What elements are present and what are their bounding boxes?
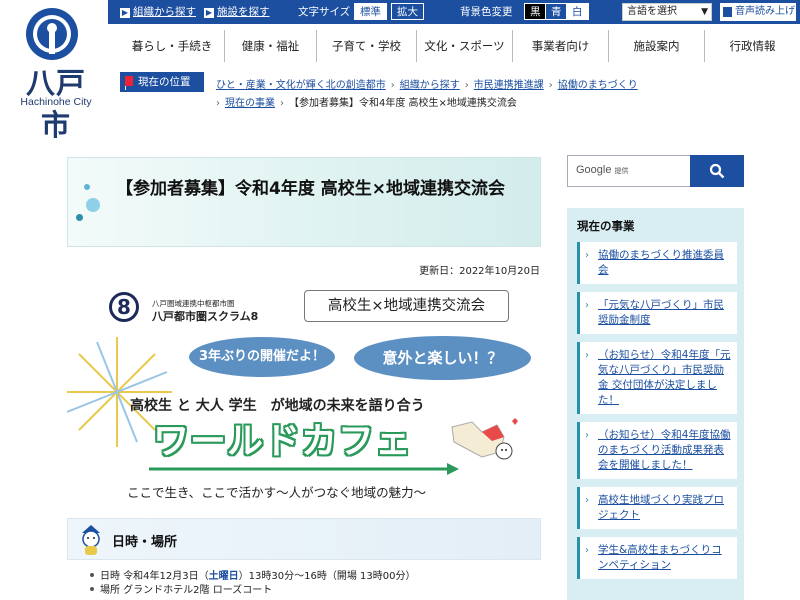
flag-icon xyxy=(125,76,133,86)
sidebar-item-grant-system[interactable]: › 「元気な八戸づくり」市民奨励金制度 xyxy=(577,292,737,334)
breadcrumb-current: 【参加者募集】令和4年度 高校生×地域連携交流会 xyxy=(289,98,517,109)
event-banner-image: 8 八戸圏域連携中枢都市圏 八戸都市圏スクラム8 高校生×地域連携交流会 3年ぶ… xyxy=(67,282,541,512)
chevron-right-icon: › xyxy=(585,495,589,506)
list-item-place: 場所 グランドホテル2階 ローズコート xyxy=(90,584,540,598)
chevron-right-icon: › xyxy=(585,430,589,441)
bg-color-label: 背景色変更 xyxy=(460,6,513,18)
nav-item-culture[interactable]: 文化・スポーツ xyxy=(416,30,512,62)
scrum8-logo-icon: 8 xyxy=(109,292,139,322)
breadcrumb-link-org[interactable]: 組織から探す xyxy=(400,80,460,91)
mascot-icon xyxy=(82,525,100,555)
nav-item-living[interactable]: 暮らし・手続き xyxy=(120,30,224,62)
map-illustration-icon xyxy=(451,418,518,460)
arrow-underline xyxy=(149,463,459,475)
chevron-right-icon: › xyxy=(585,350,589,361)
search-facility-link[interactable]: ▶ 施設を探す xyxy=(204,4,270,19)
chevron-down-icon: ▼ xyxy=(701,7,708,17)
speech-bubble-1: 3年ぶりの開催だよ！ xyxy=(189,337,335,377)
search-button[interactable] xyxy=(690,155,744,187)
breadcrumb-link-dept[interactable]: 市民連携推進課 xyxy=(474,80,544,91)
font-size-label: 文字サイズ xyxy=(298,6,351,18)
event-info-list: 日時 令和4年12月3日（土曜日）13時30分～16時（開場 13時00分） 場… xyxy=(90,570,540,598)
banner-world-cafe: ワールドカフェ xyxy=(153,421,413,462)
breadcrumb: 現在の位置 ひと・産業・文化が輝く北の創造都市 › 組織から探す › 市民連携推進課 › 協… xyxy=(120,70,800,120)
sidebar-item-results-notice[interactable]: › （お知らせ）令和4年度協働のまちづくり活動成果発表会を開催しました！ xyxy=(577,422,737,479)
page-title: 【参加者募集】令和4年度 高校生×地域連携交流会 xyxy=(116,179,505,199)
nav-item-admin[interactable]: 行政情報 xyxy=(704,30,800,62)
city-emblem-icon xyxy=(26,8,78,60)
bg-blue-button[interactable]: 青 xyxy=(545,3,568,20)
chevron-right-icon: › xyxy=(585,300,589,311)
list-item-datetime: 日時 令和4年12月3日（土曜日）13時30分～16時（開場 13時00分） xyxy=(90,570,540,584)
bg-white-button[interactable]: 白 xyxy=(566,3,589,20)
banner-tagline: ここで生き、ここで活かす～人がつなぐ地域の魅力～ xyxy=(127,485,427,500)
search-by-org-link[interactable]: ▶ 組織から探す xyxy=(120,4,196,19)
sidebar-title: 現在の事業 xyxy=(577,219,635,233)
sidebar-item-committee[interactable]: › 協働のまちづくり推進委員会 xyxy=(577,242,737,284)
sidebar-current-projects: 現在の事業 › 協働のまちづくり推進委員会 › 「元気な八戸づくり」市民奨励金制度 … xyxy=(567,208,744,600)
sidebar-item-grant-notice[interactable]: › （お知らせ）令和4年度「元気な八戸づくり」市民奨励金 交付団体が決定しました！ xyxy=(577,342,737,414)
breadcrumb-link-home[interactable]: ひと・産業・文化が輝く北の創造都市 xyxy=(216,80,386,91)
speech-bubble-2: 意外と楽しい！？ xyxy=(354,336,531,380)
sidebar-item-hs-project[interactable]: › 高校生地域づくり実践プロジェクト xyxy=(577,487,737,529)
breadcrumb-link-cooperation[interactable]: 協働のまちづくり xyxy=(558,80,638,91)
chevron-right-icon: › xyxy=(585,545,589,556)
page-title-box: 【参加者募集】令和4年度 高校生×地域連携交流会 xyxy=(67,157,541,247)
bg-black-button[interactable]: 黒 xyxy=(524,3,547,20)
font-large-button[interactable]: 拡大 xyxy=(391,3,424,20)
arrow-right-icon: ▶ xyxy=(120,8,130,18)
language-select[interactable]: 言語を選択 ▼ xyxy=(622,3,712,21)
read-aloud-button[interactable]: 音声読み上げ xyxy=(720,3,796,21)
section-title: 日時・場所 xyxy=(112,535,178,550)
breadcrumb-link-current-projects[interactable]: 現在の事業 xyxy=(225,98,275,109)
utility-bar: ▶ 組織から探す ▶ 施設を探す 文字サイズ 標準 拡大 背景色変更 黒 青 白 言… xyxy=(108,0,800,24)
chevron-right-icon: › xyxy=(585,250,589,261)
speaker-icon xyxy=(723,7,732,17)
updated-date: 更新日：2022年10月20日 xyxy=(419,266,540,277)
banner-subtitle: 高校生×地域連携交流会 xyxy=(304,290,509,322)
global-nav: 暮らし・手続き 健康・福祉 子育て・学校 文化・スポーツ 事業者向け 施設案内 … xyxy=(120,30,800,62)
nav-item-childcare[interactable]: 子育て・学校 xyxy=(316,30,416,62)
section-header-datetime: 日時・場所 xyxy=(67,518,541,560)
nav-item-facilities[interactable]: 施設案内 xyxy=(608,30,704,62)
search-icon xyxy=(709,163,725,179)
breadcrumb-badge: 現在の位置 xyxy=(120,72,204,92)
sidebar-list: › 協働のまちづくり推進委員会 › 「元気な八戸づくり」市民奨励金制度 › （お知らせ… xyxy=(577,242,737,587)
nav-item-business[interactable]: 事業者向け xyxy=(512,30,608,62)
nav-item-health[interactable]: 健康・福祉 xyxy=(224,30,316,62)
arrow-right-icon: ▶ xyxy=(204,8,214,18)
font-standard-button[interactable]: 標準 xyxy=(354,3,387,20)
logo-city-en: Hachinohe City xyxy=(20,96,92,108)
sidebar-item-competition[interactable]: › 学生&高校生まちづくりコンペティション xyxy=(577,537,737,579)
site-logo[interactable]: 八戸市 Hachinohe City xyxy=(0,0,108,142)
scrum-name: 八戸都市圏スクラム8 xyxy=(152,310,259,323)
search-input[interactable]: Google 提供 xyxy=(567,155,692,187)
